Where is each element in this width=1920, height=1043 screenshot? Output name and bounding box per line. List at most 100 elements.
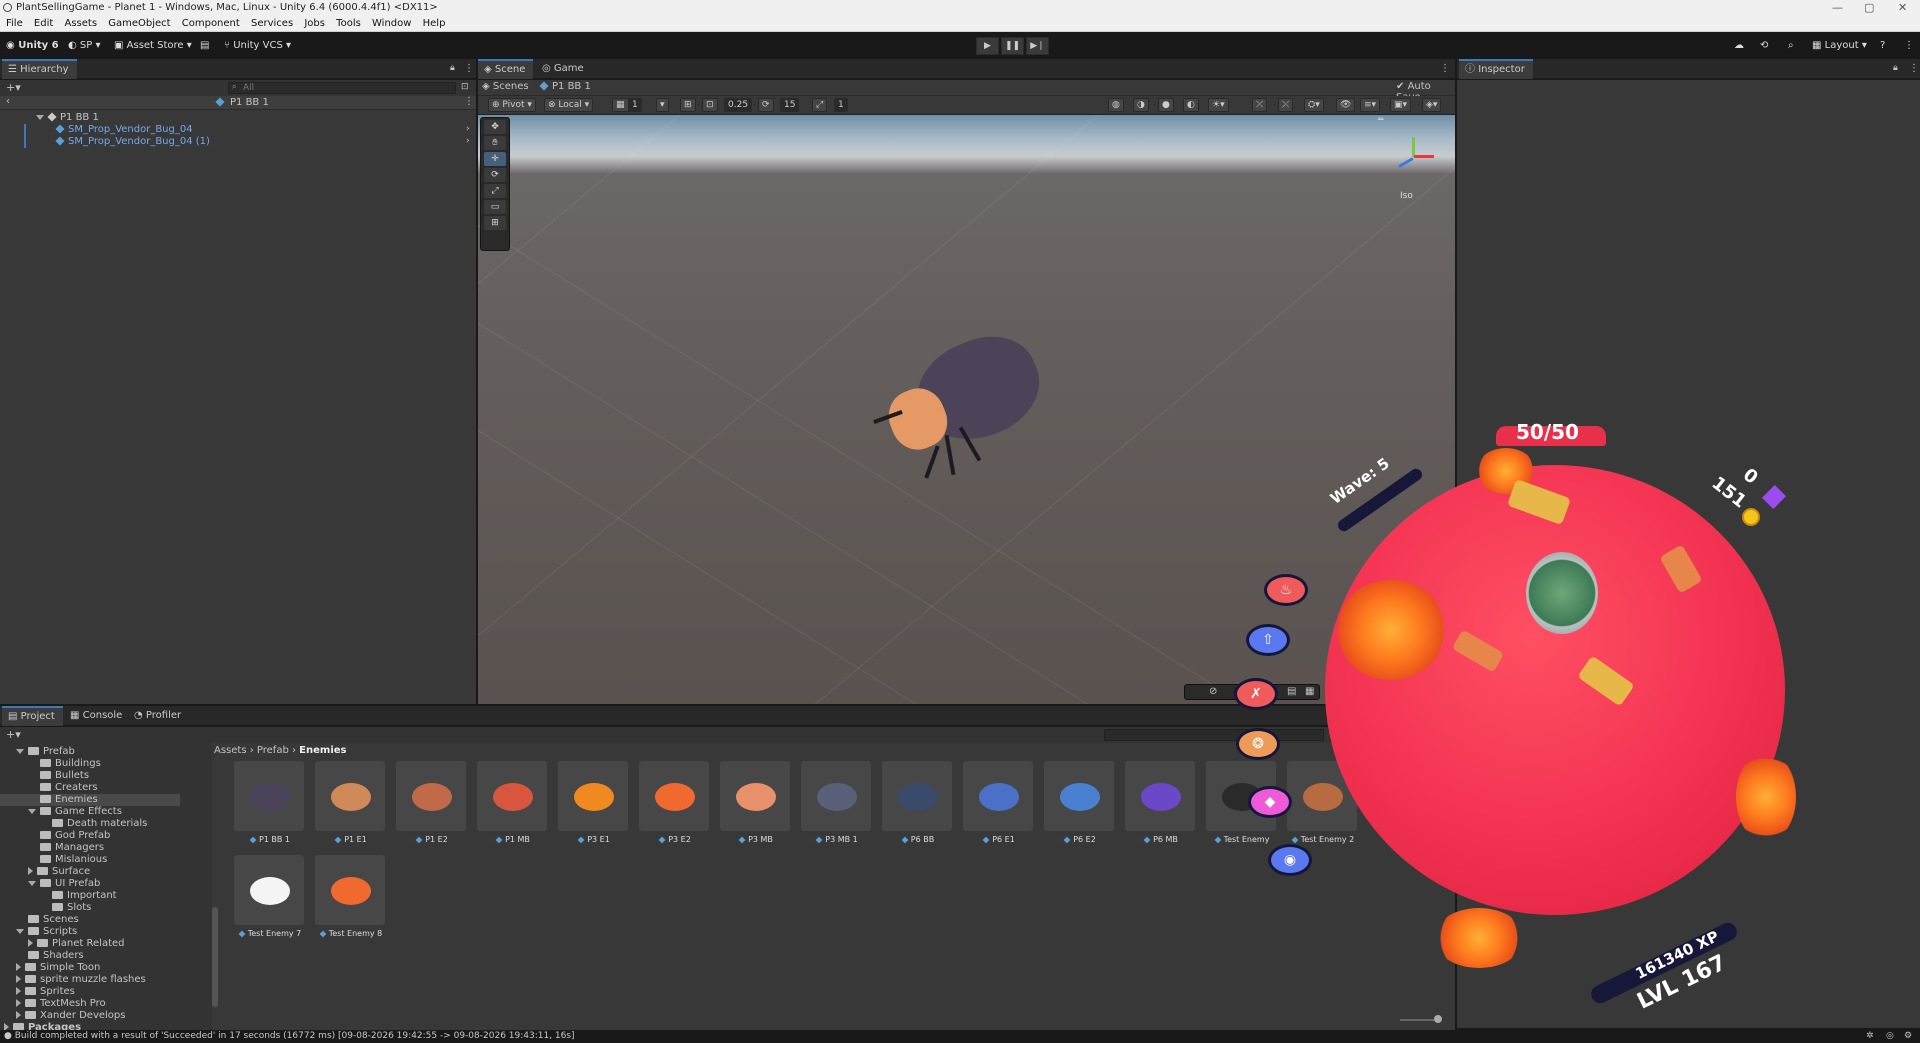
overlay-handle-icon[interactable]: ═ — [1378, 115, 1383, 125]
unity-version-button[interactable]: ◉ Unity 6 — [6, 38, 59, 54]
expand-arrow-icon[interactable] — [36, 114, 44, 120]
hierarchy-item-root[interactable]: P1 BB 1 — [36, 112, 99, 124]
progress-icon[interactable]: ◎ — [1886, 1030, 1894, 1043]
pause-button[interactable]: ❚❚ — [1001, 37, 1024, 55]
pivot-dropdown[interactable]: ⊕ Pivot ▾ — [488, 98, 536, 112]
chevron-right-icon[interactable] — [28, 867, 33, 875]
tab-project[interactable]: ▤ Project — [2, 706, 63, 726]
shield-button[interactable]: ❂ — [1236, 728, 1280, 760]
camera-dropdown[interactable]: ▣▾ — [1390, 98, 1412, 112]
asset-item[interactable]: P6 MB — [1125, 761, 1197, 844]
asset-item[interactable]: P6 E2 — [1044, 761, 1116, 844]
folder-item[interactable]: UI Prefab — [28, 878, 100, 890]
hierarchy-item-bug-04-1[interactable]: SM_Prop_Vendor_Bug_04 (1) — [55, 136, 210, 148]
snap-increment-icon[interactable]: ⊡ — [702, 98, 718, 112]
audio-toggle-icon[interactable]: ⤬ — [1278, 98, 1294, 112]
chevron-right-icon[interactable] — [16, 999, 21, 1007]
folder-item[interactable]: Important — [40, 890, 117, 902]
chevron-right-icon[interactable] — [16, 1011, 21, 1019]
2d-toggle-icon[interactable]: ⤫ — [1252, 98, 1268, 112]
folder-item[interactable]: Shaders — [16, 950, 84, 962]
chevron-right-icon[interactable] — [16, 975, 21, 983]
asset-item[interactable]: Test Enemy 7 — [234, 855, 306, 938]
folder-item[interactable]: Managers — [28, 842, 104, 854]
folder-item[interactable]: Scripts — [16, 926, 77, 938]
folder-item[interactable]: Surface — [28, 866, 90, 878]
account-button[interactable]: ◐ SP ▾ — [68, 38, 101, 54]
filter-icon[interactable]: ⊡ — [461, 82, 469, 92]
asset-item[interactable]: P1 E1 — [315, 761, 387, 844]
hand-tool-button[interactable]: ✋︎ — [484, 136, 506, 150]
tab-console[interactable]: ▦ Console — [64, 706, 130, 726]
snap-icon[interactable]: ⊞ — [680, 98, 696, 112]
lighting-dropdown[interactable]: ☀▾ — [1208, 98, 1229, 112]
cloud-icon[interactable]: ☁ — [1734, 38, 1744, 54]
breadcrumb-assets[interactable]: Assets — [214, 745, 247, 756]
effects-dropdown[interactable]: ⛭▾ — [1304, 98, 1324, 112]
tab-profiler[interactable]: ◔ Profiler — [128, 706, 189, 726]
folder-item[interactable]: Slots — [40, 902, 91, 914]
rotate-snap-icon[interactable]: ⟳ — [758, 98, 774, 112]
global-icon[interactable]: ◍ — [1108, 98, 1124, 112]
panel-menu-icon[interactable]: ⋮ — [464, 63, 474, 74]
grid-size-field[interactable]: 1 — [628, 98, 642, 112]
breadcrumb-label[interactable]: P1 BB 1 — [230, 97, 269, 108]
rotate-snap-field[interactable]: 15 — [780, 98, 800, 112]
folder-item[interactable]: Bullets — [28, 770, 89, 782]
asset-item[interactable]: P1 BB 1 — [234, 761, 306, 844]
minimize-button[interactable]: — — [1832, 1, 1843, 14]
folder-item[interactable]: Simple Toon — [16, 962, 100, 974]
vcs-button[interactable]: ⑂ Unity VCS ▾ — [224, 38, 291, 54]
settings-icon[interactable]: ⚙ — [1904, 1030, 1912, 1043]
menu-window[interactable]: Window — [372, 16, 411, 32]
gem-shop-button[interactable]: ◆ — [1248, 786, 1292, 818]
folder-item[interactable]: TextMesh Pro — [16, 998, 106, 1010]
menu-jobs[interactable]: Jobs — [304, 16, 325, 32]
search-icon[interactable]: ⌕ — [1788, 38, 1794, 54]
history-icon[interactable]: ⟲ — [1760, 38, 1768, 54]
more-icon[interactable]: ⋮ — [1904, 38, 1914, 54]
menu-component[interactable]: Component — [182, 16, 240, 32]
folder-item[interactable]: Scenes — [16, 914, 79, 926]
asset-item[interactable]: P3 E2 — [639, 761, 711, 844]
hierarchy-item-bug-04[interactable]: SM_Prop_Vendor_Bug_04 — [55, 124, 193, 136]
shading-solid-icon[interactable]: ● — [1158, 98, 1174, 112]
planet-button[interactable]: ◉ — [1268, 844, 1312, 876]
menu-assets[interactable]: Assets — [64, 16, 97, 32]
scenes-breadcrumb[interactable]: ◈ Scenes — [482, 81, 529, 92]
local-dropdown[interactable]: ⊗ Local ▾ — [544, 98, 594, 112]
menu-services[interactable]: Services — [251, 16, 293, 32]
folder-item[interactable]: sprite muzzle flashes — [16, 974, 146, 986]
menu-tools[interactable]: Tools — [336, 16, 361, 32]
folder-item[interactable]: Enemies — [0, 794, 180, 806]
attack-button[interactable]: ✗ — [1234, 678, 1278, 710]
prefab-breadcrumb[interactable]: P1 BB 1 — [539, 81, 591, 92]
breadcrumb-prefab[interactable]: Prefab — [257, 745, 289, 756]
asset-item[interactable]: P1 E2 — [396, 761, 468, 844]
visibility-icon[interactable]: 👁︎ — [1336, 98, 1356, 112]
orientation-gizmo[interactable] — [1394, 137, 1434, 177]
ability-fire-button[interactable]: ♨ — [1264, 574, 1308, 606]
layout-button[interactable]: ▦ Layout ▾ — [1812, 38, 1867, 54]
compass-icon[interactable]: ⊘ — [1209, 686, 1217, 697]
breadcrumb-enemies[interactable]: Enemies — [299, 745, 346, 756]
chevron-right-icon[interactable] — [28, 939, 33, 947]
back-icon[interactable]: ‹ — [6, 96, 10, 107]
upgrade-button[interactable]: ⇧ — [1246, 624, 1290, 656]
package-icon[interactable]: ▤ — [200, 38, 209, 54]
create-icon[interactable]: +▾ — [6, 728, 21, 741]
bug-report-icon[interactable]: ✲ — [1866, 1030, 1874, 1043]
help-icon[interactable]: ? — [1880, 38, 1885, 54]
grid-icon[interactable]: ▦ — [1305, 686, 1314, 697]
chevron-right-icon[interactable]: › — [466, 124, 470, 134]
breadcrumb-menu-icon[interactable]: ⋮ — [464, 96, 474, 107]
folder-item[interactable]: Buildings — [28, 758, 101, 770]
shading-wire-icon[interactable]: ◑ — [1133, 98, 1149, 112]
scene-viewport[interactable]: Iso ═ — [478, 115, 1455, 704]
zoom-slider-handle[interactable] — [1434, 1015, 1442, 1023]
project-search-input[interactable] — [1104, 729, 1324, 741]
chevron-right-icon[interactable] — [16, 987, 21, 995]
asset-item[interactable]: P3 MB 1 — [801, 761, 873, 844]
snap-value-field[interactable]: 0.25 — [724, 98, 753, 112]
tab-scene[interactable]: ◈ Scene — [478, 59, 534, 79]
